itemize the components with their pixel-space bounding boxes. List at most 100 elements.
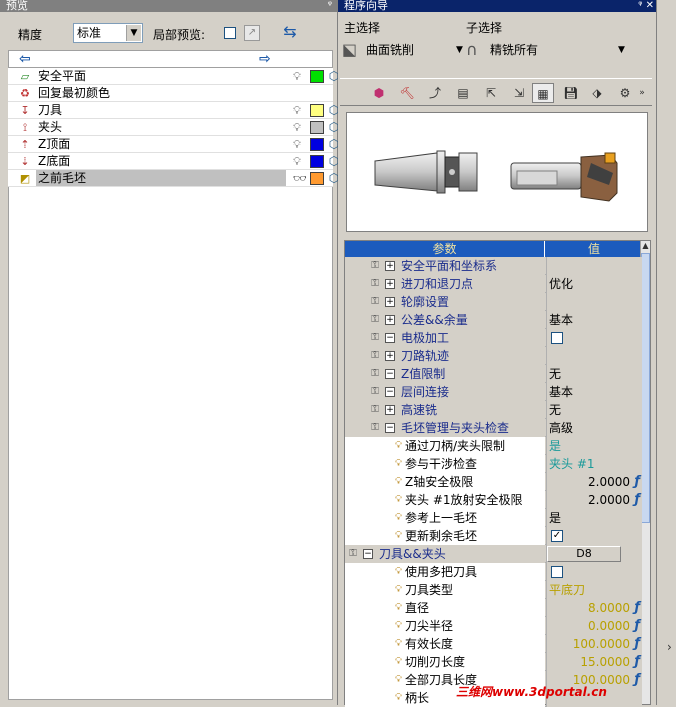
parameter-value-cell[interactable]: 2.0000 ƒ <box>546 473 642 491</box>
parameter-row[interactable]: 💡︎ 更新剩余毛坯 ✓ <box>345 527 642 545</box>
parameter-value-cell[interactable]: 基本 <box>546 383 642 401</box>
parameter-group-row[interactable]: ⚿ + 刀路轨迹 <box>345 347 642 365</box>
settings-icon[interactable]: ⚙ <box>614 83 636 103</box>
parameter-group-row[interactable]: ⚿ − 毛坯管理与夹头检查 高级 <box>345 419 642 437</box>
parameter-row[interactable]: 💡︎ 夹头 #1放射安全极限 2.0000 ƒ <box>345 491 642 509</box>
local-preview-checkbox[interactable] <box>224 27 236 39</box>
color-swatch[interactable] <box>310 138 324 151</box>
arrow-right-icon[interactable]: ⇨ <box>259 51 271 67</box>
parameter-value-cell[interactable]: 8.0000 ƒ <box>546 599 642 617</box>
color-swatch[interactable] <box>310 70 324 83</box>
parameter-value-cell[interactable]: D8 <box>546 545 642 563</box>
preview-item[interactable]: ⇣ Z底面 💡︎ ⬡ <box>8 153 339 170</box>
chevron-down-icon[interactable]: ▼ <box>618 38 625 62</box>
parameter-row[interactable]: 💡︎ 使用多把刀具 <box>345 563 642 581</box>
parameter-row[interactable]: 💡︎ 参与干涉检查 夹头 #1 <box>345 455 642 473</box>
titlebar-buttons[interactable]: ᵠ ✕ <box>638 0 654 12</box>
collapse-icon[interactable]: − <box>363 549 373 559</box>
lock-icon[interactable]: ⚿ <box>347 548 359 560</box>
parameter-value-cell[interactable]: 无 <box>546 401 642 419</box>
main-select[interactable]: ⬕ 曲面铣削 ▼ <box>342 38 463 62</box>
parameter-group-row[interactable]: ⚿ − 电极加工 <box>345 329 642 347</box>
expand-icon[interactable]: + <box>385 351 395 361</box>
formula-icon[interactable]: ƒ <box>634 653 640 671</box>
parameter-value-cell[interactable] <box>546 347 642 365</box>
chevron-down-icon[interactable]: ▼ <box>126 25 141 41</box>
parameter-row[interactable]: 💡︎ 切削刃长度 15.0000 ƒ <box>345 653 642 671</box>
collapse-icon[interactable]: − <box>385 369 395 379</box>
parameter-group-row[interactable]: ⚿ − 刀具&&夹头 D8 <box>345 545 642 563</box>
export-icon[interactable]: ⇱ <box>480 83 502 103</box>
expand-icon[interactable]: + <box>385 297 395 307</box>
lock-icon[interactable]: ⚿ <box>369 368 381 380</box>
parameter-value-cell[interactable]: 平底刀 <box>546 581 642 599</box>
expand-icon[interactable]: + <box>385 315 395 325</box>
save-icon[interactable]: 💾︎ <box>560 83 582 103</box>
expand-icon[interactable]: + <box>385 405 395 415</box>
swap-order-icon[interactable]: ⇆ <box>280 22 300 42</box>
parameter-row[interactable]: 💡︎ 刀尖半径 0.0000 ƒ <box>345 617 642 635</box>
preview-item[interactable]: ⟟ 夹头 💡︎ ⬡ <box>8 119 339 136</box>
parameter-group-row[interactable]: ⚿ − 层间连接 基本 <box>345 383 642 401</box>
bulb-icon[interactable]: 💡︎ <box>291 138 303 151</box>
preview-item[interactable]: ▱ 安全平面 💡︎ ⬡ <box>8 68 339 85</box>
lock-icon[interactable]: ⚿ <box>369 350 381 362</box>
parameter-row[interactable]: 💡︎ Z轴安全极限 2.0000 ƒ <box>345 473 642 491</box>
parameter-value-cell[interactable]: 是 <box>546 437 642 455</box>
scroll-up-icon[interactable]: ▲ <box>641 241 650 251</box>
tool-select-button[interactable]: D8 <box>547 546 621 562</box>
lock-icon[interactable]: ⚿ <box>369 422 381 434</box>
bulb-icon[interactable]: 💡︎ <box>291 104 303 117</box>
chevron-right-icon[interactable]: › <box>667 640 672 654</box>
lock-icon[interactable]: ⚿ <box>369 386 381 398</box>
arrow-left-icon[interactable]: ⇦ <box>19 51 31 67</box>
value-checkbox[interactable]: ✓ <box>551 530 563 542</box>
parameter-value-cell[interactable]: 基本 <box>546 311 642 329</box>
load-icon[interactable]: ⬗ <box>586 83 608 103</box>
lock-icon[interactable]: ⚿ <box>369 278 381 290</box>
formula-icon[interactable]: ƒ <box>634 671 640 689</box>
value-checkbox[interactable] <box>551 332 563 344</box>
lock-icon[interactable]: ⚿ <box>369 314 381 326</box>
preview-item[interactable]: ♻ 回复最初颜色 <box>8 85 333 102</box>
lock-icon[interactable]: ⚿ <box>369 260 381 272</box>
color-swatch[interactable] <box>310 121 324 134</box>
parameter-value-cell[interactable] <box>546 563 642 581</box>
precision-select[interactable]: 标准 ▼ <box>73 23 143 43</box>
tool-table-icon[interactable]: ▦ <box>532 83 554 103</box>
parameter-value-cell[interactable]: 无 <box>546 365 642 383</box>
parameter-group-row[interactable]: ⚿ − Z值限制无 <box>345 365 642 383</box>
collapse-icon[interactable]: − <box>385 333 395 343</box>
preview-item[interactable]: ◩ 之前毛坯 👓︎ ⬡ <box>8 170 339 187</box>
lock-icon[interactable]: ⚿ <box>369 296 381 308</box>
parameter-row[interactable]: 💡︎ 有效长度 100.0000 ƒ <box>345 635 642 653</box>
value-checkbox[interactable] <box>551 566 563 578</box>
parameter-group-row[interactable]: ⚿ + 安全平面和坐标系 <box>345 257 642 275</box>
expand-icon[interactable]: + <box>385 261 395 271</box>
color-swatch[interactable] <box>310 104 324 117</box>
lock-icon[interactable]: ⚿ <box>369 332 381 344</box>
parameter-row[interactable]: 💡︎ 通过刀柄/夹头限制是 <box>345 437 642 455</box>
parameter-value-cell[interactable]: 100.0000 ƒ <box>546 635 642 653</box>
collapse-icon[interactable]: − <box>385 423 395 433</box>
preview-item[interactable]: ↧ 刀具 💡︎ ⬡ <box>8 102 339 119</box>
collapse-icon[interactable]: − <box>385 387 395 397</box>
document-icon[interactable]: ▤ <box>452 83 474 103</box>
color-swatch[interactable] <box>310 155 324 168</box>
sub-select[interactable]: ∩ 精铣所有 ▼ <box>466 38 626 62</box>
path-icon[interactable]: ⤴ <box>424 83 446 103</box>
scroll-thumb[interactable] <box>641 253 650 523</box>
parameter-value-cell[interactable] <box>546 257 642 275</box>
tool-icon[interactable]: 🔨︎ <box>396 83 418 103</box>
chevron-down-icon[interactable]: ▼ <box>456 38 463 62</box>
parameter-group-row[interactable]: ⚿ + 轮廓设置 <box>345 293 642 311</box>
parameter-row[interactable]: 💡︎ 刀具类型 平底刀 <box>345 581 642 599</box>
parameter-value-cell[interactable]: 15.0000 ƒ <box>546 653 642 671</box>
expand-icon[interactable]: + <box>385 279 395 289</box>
parameter-row[interactable]: 💡︎ 参考上一毛坯是 <box>345 509 642 527</box>
parameter-value-cell[interactable]: 0.0000 ƒ <box>546 617 642 635</box>
local-preview-pick-icon[interactable]: ↗ <box>244 25 260 41</box>
pin-icon[interactable]: ᵠ <box>328 0 332 12</box>
formula-icon[interactable]: ƒ <box>634 635 640 653</box>
eraser-icon[interactable]: ⬢ <box>368 83 390 103</box>
